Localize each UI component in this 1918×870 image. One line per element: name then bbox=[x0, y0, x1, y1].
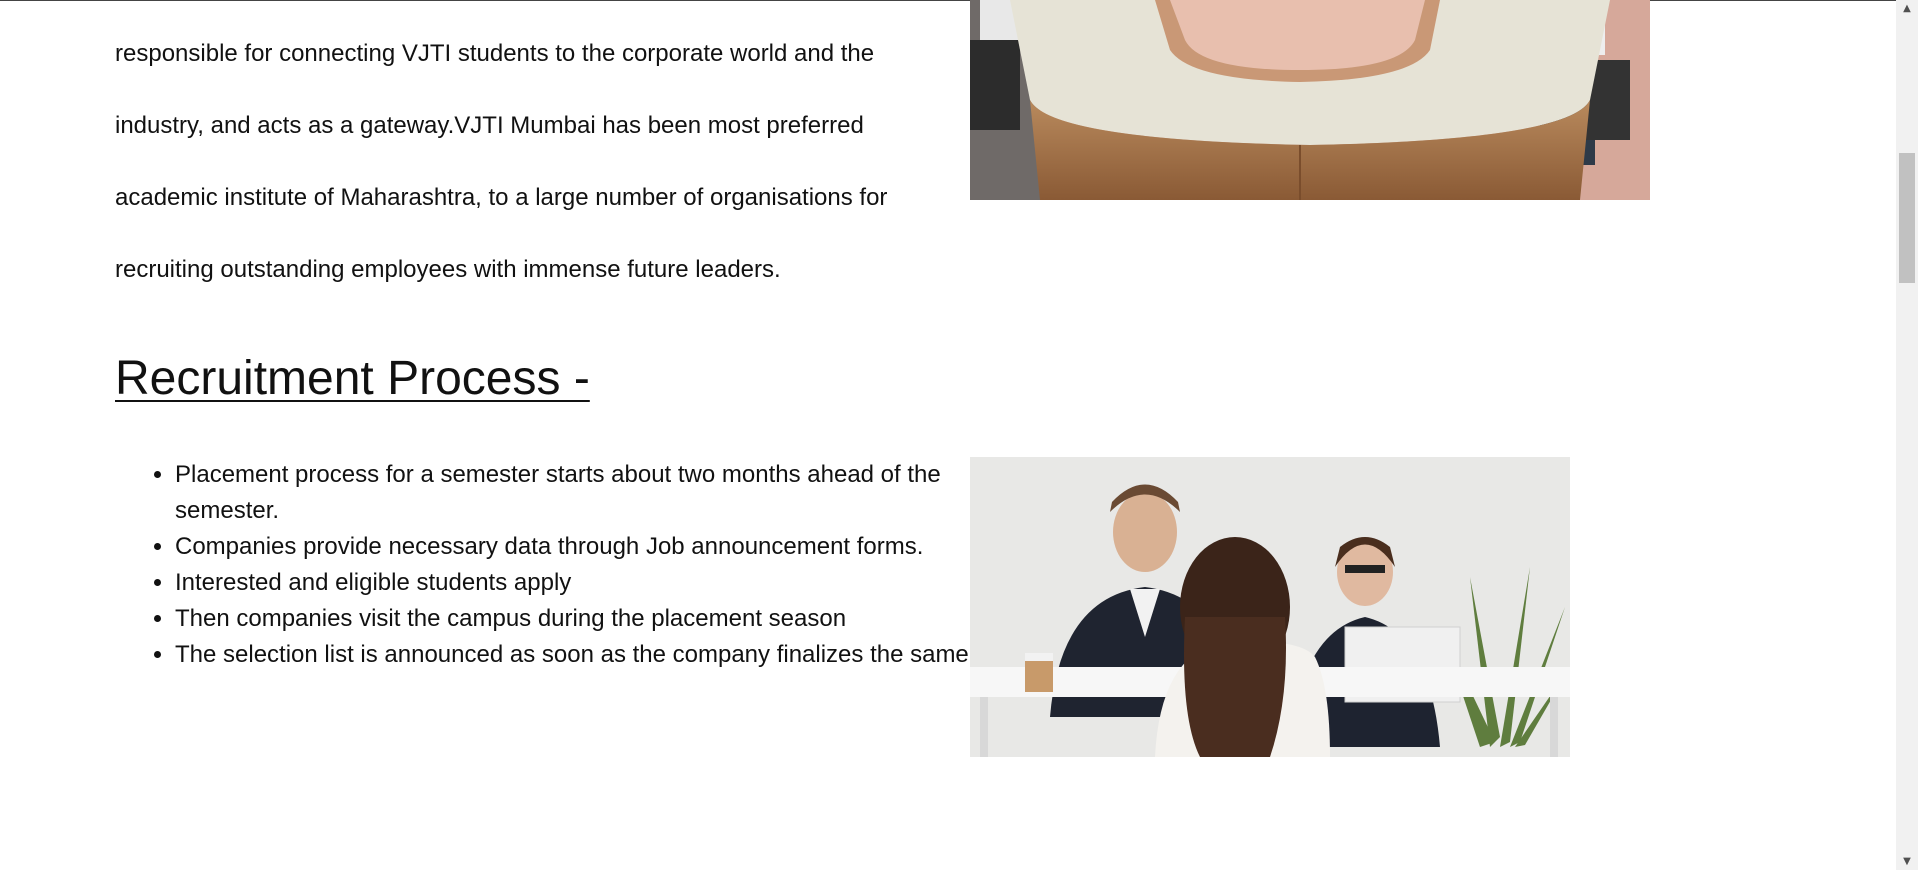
list-item: Interested and eligible students apply bbox=[175, 565, 1005, 601]
scroll-thumb[interactable] bbox=[1899, 153, 1915, 283]
interview-image bbox=[970, 457, 1570, 757]
intro-paragraph: responsible for connecting VJTI students… bbox=[115, 0, 925, 324]
page-viewport: responsible for connecting VJTI students… bbox=[0, 0, 1918, 870]
intro-line: academic institute of Maharashtra, to a … bbox=[115, 184, 888, 211]
list-item: Placement process for a semester starts … bbox=[175, 457, 1005, 529]
list-item: The selection list is announced as soon … bbox=[175, 637, 1005, 673]
intro-line: recruiting outstanding employees with im… bbox=[115, 256, 781, 283]
list-item: Companies provide necessary data through… bbox=[175, 529, 1005, 565]
list-item: Then companies visit the campus during t… bbox=[175, 601, 1005, 637]
page-scrollbar[interactable]: ▲ ▼ bbox=[1896, 0, 1918, 870]
scroll-up-icon[interactable]: ▲ bbox=[1896, 0, 1918, 17]
scroll-down-icon[interactable]: ▼ bbox=[1896, 853, 1918, 870]
recruitment-steps-list: Placement process for a semester starts … bbox=[115, 457, 1005, 673]
intro-line: industry, and acts as a gateway.VJTI Mum… bbox=[115, 112, 864, 139]
recruitment-heading: Recruitment Process - bbox=[115, 352, 590, 405]
boardroom-image bbox=[970, 0, 1650, 200]
intro-line: responsible for connecting VJTI students… bbox=[115, 40, 875, 67]
